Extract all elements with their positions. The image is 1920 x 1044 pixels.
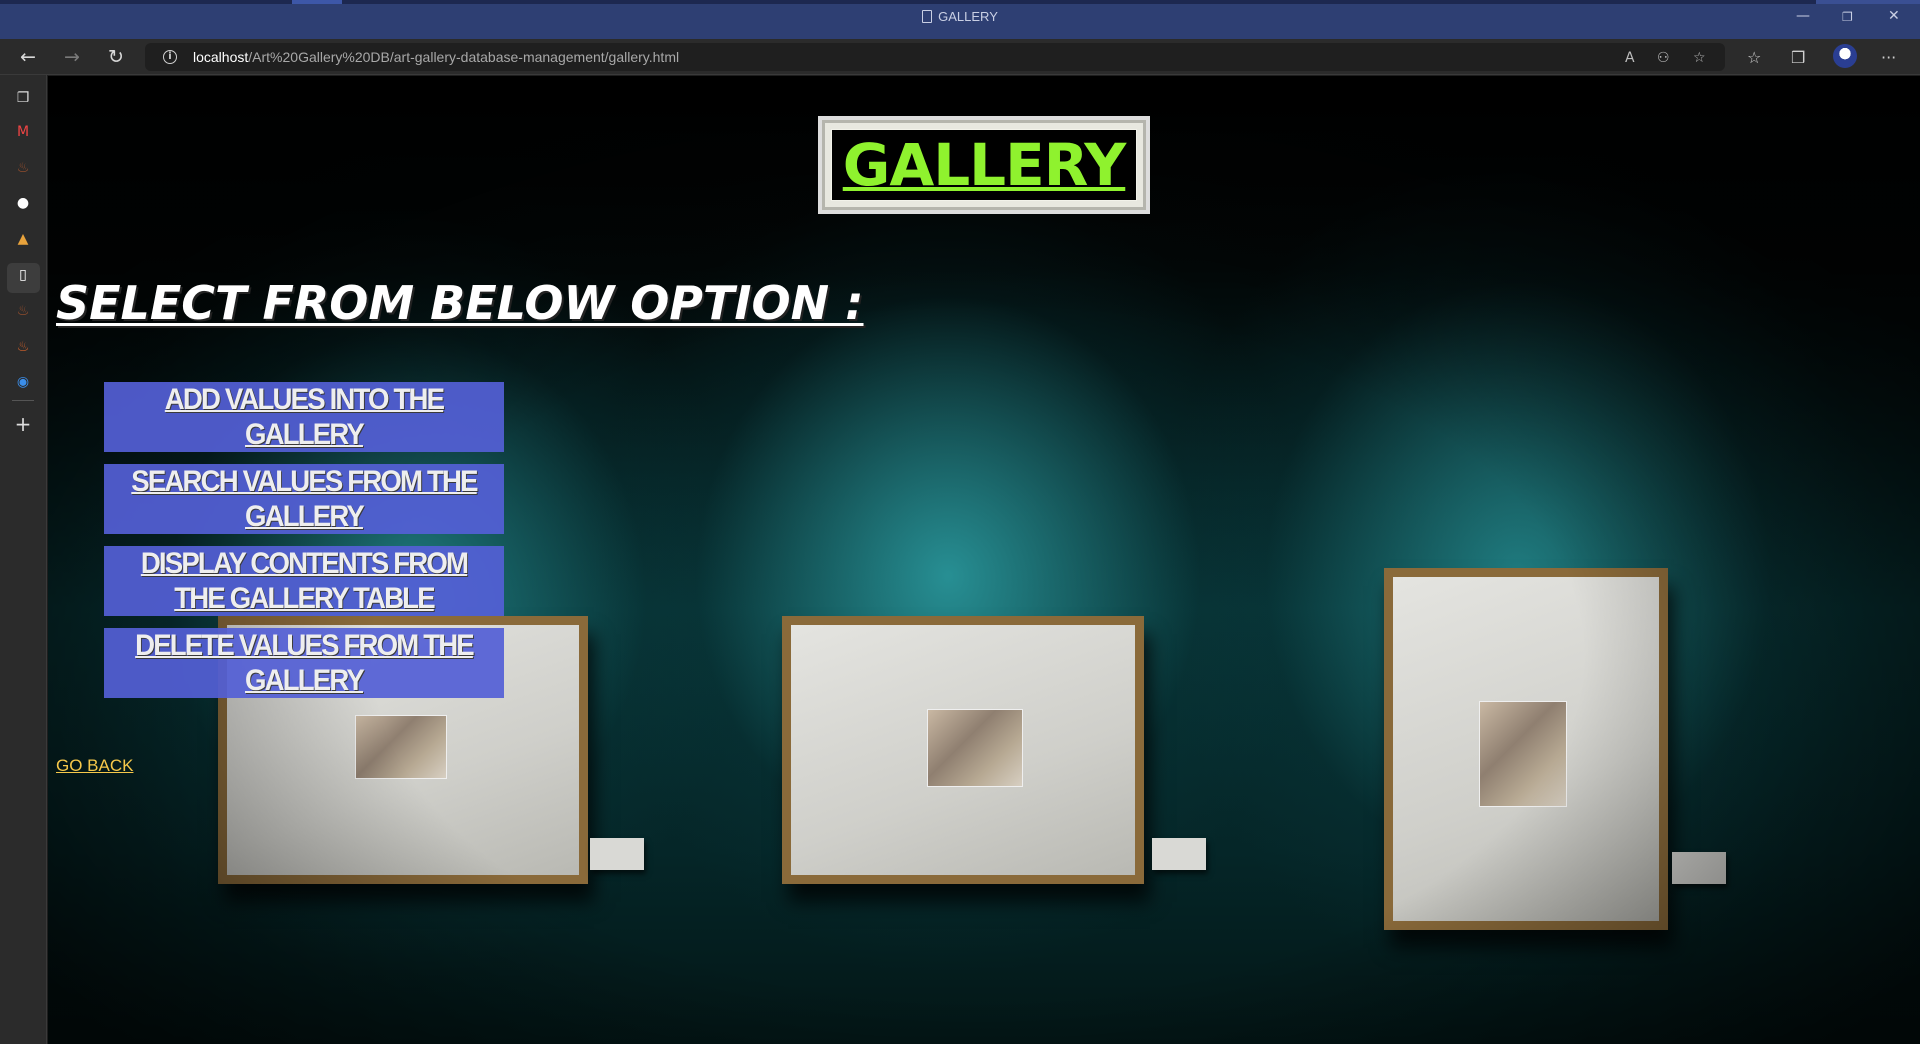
github-icon[interactable]: ● xyxy=(14,194,32,212)
add-sidebar-icon[interactable]: + xyxy=(14,414,32,434)
page-viewport: GALLERY SELECT FROM BELOW OPTION : ADD V… xyxy=(48,76,1920,1044)
refresh-button[interactable]: ↻ xyxy=(102,44,130,70)
window-titlebar: GALLERY — ❐ ✕ xyxy=(0,0,1920,39)
page-title: GALLERY xyxy=(842,131,1127,199)
add-favorite-icon[interactable]: ☆ xyxy=(1693,50,1706,66)
java-icon-3[interactable]: ♨ xyxy=(14,338,32,356)
browser-sidebar: ❐ M ♨ ● ▲ ▯ ♨ ♨ ◉ + xyxy=(0,75,47,1044)
url-text[interactable]: localhost/Art%20Gallery%20DB/art-gallery… xyxy=(193,49,679,65)
search-values-button[interactable]: SEARCH VALUES FROM THE GALLERY xyxy=(104,464,504,534)
settings-more-icon[interactable]: ··· xyxy=(1881,48,1896,67)
gmail-icon[interactable]: M xyxy=(14,123,32,141)
document-icon[interactable]: ▯ xyxy=(14,266,32,284)
add-values-label: ADD VALUES INTO THE GALLERY xyxy=(164,383,445,451)
tab-actions-icon[interactable]: ❐ xyxy=(14,89,32,107)
forward-button[interactable]: → xyxy=(58,44,86,70)
minimize-button[interactable]: — xyxy=(1796,8,1810,24)
profile-avatar[interactable] xyxy=(1833,44,1857,68)
options-heading: SELECT FROM BELOW OPTION : xyxy=(56,276,864,330)
search-values-label: SEARCH VALUES FROM THE GALLERY xyxy=(131,465,478,533)
delete-values-label: DELETE VALUES FROM THE GALLERY xyxy=(135,629,475,697)
java-icon-2[interactable]: ♨ xyxy=(14,302,32,320)
restore-button[interactable]: ❐ xyxy=(1842,10,1853,24)
url-host: localhost xyxy=(193,49,249,65)
display-contents-button[interactable]: DISPLAY CONTENTS FROM THE GALLERY TABLE xyxy=(104,546,504,616)
add-values-button[interactable]: ADD VALUES INTO THE GALLERY xyxy=(104,382,504,452)
delete-values-button[interactable]: DELETE VALUES FROM THE GALLERY xyxy=(104,628,504,698)
back-button[interactable]: ← xyxy=(14,44,42,70)
address-bar[interactable]: i localhost/Art%20Gallery%20DB/art-galle… xyxy=(145,43,1725,71)
site-info-icon[interactable]: i xyxy=(163,50,177,64)
edge-icon[interactable]: ◉ xyxy=(14,373,32,391)
display-contents-label: DISPLAY CONTENTS FROM THE GALLERY TABLE xyxy=(140,547,469,615)
app-icon[interactable]: ▲ xyxy=(14,230,32,248)
window-title: GALLERY xyxy=(0,9,1920,24)
collections-icon[interactable]: ❒ xyxy=(1791,48,1805,67)
java-icon[interactable]: ♨ xyxy=(14,159,32,177)
go-back-link[interactable]: GO BACK xyxy=(56,756,133,776)
favorites-icon[interactable]: ☆ xyxy=(1747,48,1761,67)
sidebar-separator xyxy=(12,400,34,401)
tab-strip-line xyxy=(0,0,1920,4)
immersive-reader-icon[interactable]: ⚇ xyxy=(1657,50,1670,66)
read-aloud-icon[interactable]: A xyxy=(1625,50,1635,66)
browser-toolbar: ← → ↻ i localhost/Art%20Gallery%20DB/art… xyxy=(0,39,1920,75)
close-button[interactable]: ✕ xyxy=(1888,8,1900,24)
page-icon xyxy=(922,10,933,23)
window-title-text: GALLERY xyxy=(938,9,998,24)
url-path: /Art%20Gallery%20DB/art-gallery-database… xyxy=(248,49,680,65)
page-title-box: GALLERY xyxy=(818,116,1150,214)
